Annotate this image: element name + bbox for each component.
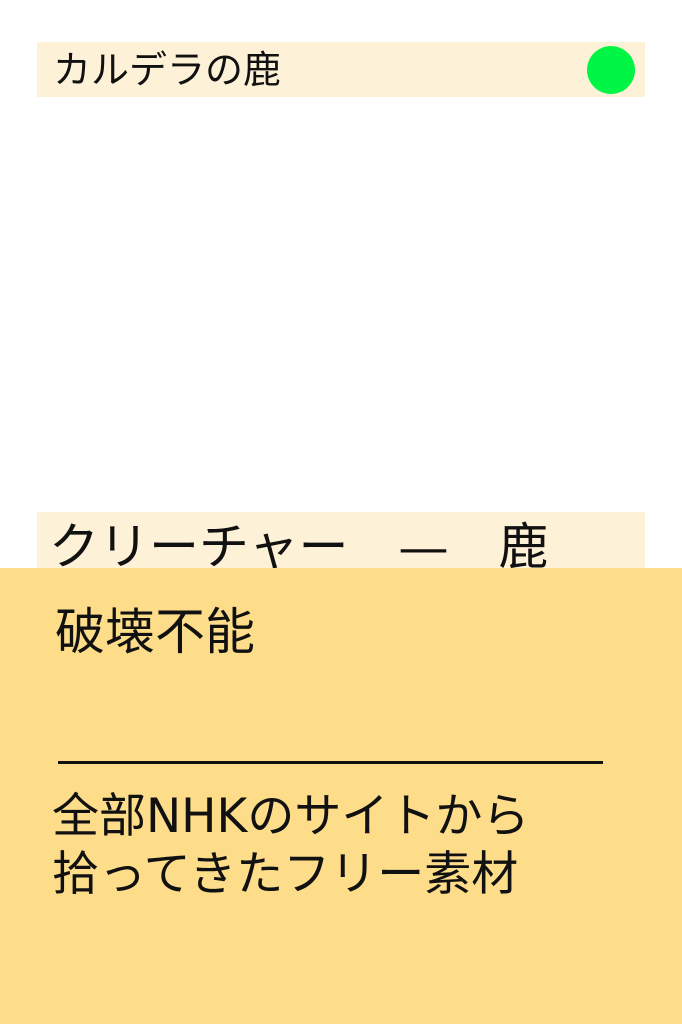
- card-title-bar: カルデラの鹿: [37, 42, 645, 97]
- card-name: カルデラの鹿: [53, 48, 282, 92]
- type-line-bar: クリーチャー — 鹿: [37, 512, 645, 568]
- divider-line: [58, 761, 603, 764]
- flavor-line-1: 全部NHKのサイトから: [52, 789, 530, 844]
- mana-indicator-dot: [587, 46, 635, 94]
- rules-text-box: 破壊不能 全部NHKのサイトから 拾ってきたフリー素材: [0, 568, 682, 1024]
- type-line: クリーチャー — 鹿: [49, 518, 549, 568]
- flavor-line-2: 拾ってきたフリー素材: [52, 847, 519, 902]
- ability-text: 破壊不能: [55, 603, 255, 661]
- flavor-text: 全部NHKのサイトから 拾ってきたフリー素材: [52, 788, 529, 904]
